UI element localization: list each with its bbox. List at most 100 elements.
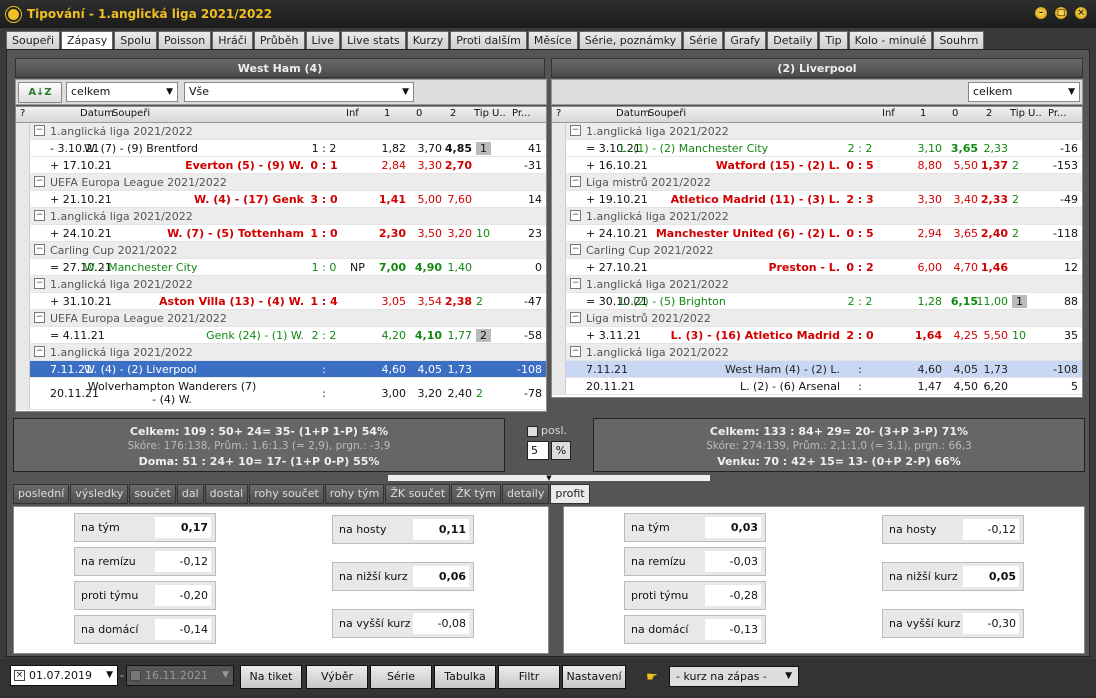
col-header-c1[interactable]: 1 [384, 108, 390, 119]
collapse-icon[interactable]: − [34, 210, 45, 221]
tab-5[interactable]: Průběh [253, 31, 305, 49]
tab-0[interactable]: Soupeři [6, 31, 61, 49]
table-row[interactable]: + 3.11.21 L. (3) - (16) Atletico Madrid 2 … [552, 327, 1082, 344]
col-header-u[interactable]: U.. [492, 108, 506, 119]
collapse-icon[interactable]: − [34, 312, 45, 323]
group-row[interactable]: −1.anglická liga 2021/2022 [16, 123, 546, 140]
collapse-icon[interactable]: − [34, 346, 45, 357]
group-row[interactable]: −1.anglická liga 2021/2022 [552, 123, 1082, 140]
tab-3[interactable]: Poisson [158, 31, 212, 49]
col-header-c2[interactable]: 2 [450, 108, 456, 119]
subtab-7[interactable]: ŽK součet [385, 484, 451, 504]
close-icon[interactable]: × [1074, 6, 1088, 20]
collapse-icon[interactable]: − [570, 312, 581, 323]
table-row[interactable]: + 17.10.21 Everton (5) - (9) W. 0 : 1 2,84 3… [16, 157, 546, 174]
right-filter-dropdown[interactable]: celkem ▼ [968, 82, 1080, 102]
table-row[interactable]: 20.11.21 L. (2) - (6) Arsenal: 1,47 4,50 6,2… [552, 378, 1082, 395]
col-header-u[interactable]: U.. [1028, 108, 1042, 119]
splitter-handle[interactable]: ▼ [387, 474, 711, 482]
group-row[interactable]: − UEFA Europa League 2021/2022 [16, 174, 546, 191]
collapse-icon[interactable]: − [570, 210, 581, 221]
checkbox-icon[interactable] [130, 670, 141, 681]
col-header-datum[interactable]: Datum [80, 108, 114, 119]
tab-7[interactable]: Live stats [340, 31, 406, 49]
tab-15[interactable]: Tip [819, 31, 848, 49]
col-header-c0[interactable]: 0 [416, 108, 422, 119]
col-header-souperi[interactable]: Soupeři [648, 108, 686, 119]
group-row[interactable]: − Carling Cup 2021/2022 [552, 242, 1082, 259]
table-row[interactable]: = 3.10.21 L. (1) - (2) Manchester City 2 :… [552, 140, 1082, 157]
tab-4[interactable]: Hráči [212, 31, 253, 49]
posl-checkbox[interactable]: posl. [527, 424, 567, 437]
col-header-q[interactable]: ? [20, 108, 25, 119]
bottom-button-5[interactable]: Nastavení [562, 665, 626, 689]
col-header-souperi[interactable]: Soupeři [112, 108, 150, 119]
col-header-inf[interactable]: Inf [882, 108, 895, 119]
left-filter-dropdown[interactable]: celkem ▼ [66, 82, 178, 102]
group-row[interactable]: − UEFA Europa League 2021/2022 [16, 310, 546, 327]
maximize-icon[interactable]: □ [1054, 6, 1068, 20]
bottom-button-1[interactable]: Výběr [306, 665, 368, 689]
table-row[interactable]: 7.11.21 W. (4) - (2) Liverpool:4,60 4,05 1,… [16, 361, 546, 378]
bottom-button-3[interactable]: Tabulka [434, 665, 496, 689]
table-row[interactable]: + 19.10.21 Atletico Madrid (11) - (3) L. 2… [552, 191, 1082, 208]
table-row[interactable]: + 21.10.21 W. (4) - (17) Genk 3 : 0 1,41 5,0… [16, 191, 546, 208]
collapse-icon[interactable]: − [570, 278, 581, 289]
collapse-icon[interactable]: − [570, 244, 581, 255]
collapse-icon[interactable]: − [34, 278, 45, 289]
tab-17[interactable]: Souhrn [933, 31, 985, 49]
tab-14[interactable]: Detaily [767, 31, 819, 49]
col-header-inf[interactable]: Inf [346, 108, 359, 119]
posl-count-input[interactable]: 5 [527, 441, 549, 460]
subtab-5[interactable]: rohy součet [249, 484, 324, 504]
col-header-q[interactable]: ? [556, 108, 561, 119]
tab-1[interactable]: Zápasy [61, 31, 114, 50]
sort-button[interactable]: A↓Z [18, 82, 62, 103]
subtab-8[interactable]: ŽK tým [451, 484, 501, 504]
table-row[interactable]: + 24.10.21 W. (7) - (5) Tottenham 1 : 0 2,3… [16, 225, 546, 242]
collapse-icon[interactable]: − [34, 125, 45, 136]
table-row[interactable]: - 3.10.21 W. (7) - (9) Brentford 1 : 2 1,82… [16, 140, 546, 157]
minimize-icon[interactable]: – [1034, 6, 1048, 20]
odds-type-dropdown[interactable]: - kurz na zápas - ▼ [669, 666, 799, 687]
group-row[interactable]: −1.anglická liga 2021/2022 [16, 344, 546, 361]
subtab-6[interactable]: rohy tým [324, 484, 385, 504]
tab-8[interactable]: Kurzy [406, 31, 450, 49]
group-row[interactable]: − Liga mistrů 2021/2022 [552, 174, 1082, 191]
group-row[interactable]: − Liga mistrů 2021/2022 [552, 310, 1082, 327]
collapse-icon[interactable]: − [570, 125, 581, 136]
group-row[interactable]: −1.anglická liga 2021/2022 [16, 208, 546, 225]
bottom-button-4[interactable]: Filtr [498, 665, 560, 689]
tab-11[interactable]: Série, poznámky [578, 31, 683, 49]
tab-13[interactable]: Grafy [724, 31, 767, 49]
tab-2[interactable]: Spolu [114, 31, 157, 49]
col-header-datum[interactable]: Datum [616, 108, 650, 119]
table-row[interactable]: = 27.10.21 W. - Manchester City 1 : 0 NP 7,0… [16, 259, 546, 276]
tab-6[interactable]: Live [305, 31, 340, 49]
table-row[interactable]: + 16.10.21 Watford (15) - (2) L. 0 : 5 8,80… [552, 157, 1082, 174]
col-header-c0[interactable]: 0 [952, 108, 958, 119]
bottom-button-0[interactable]: Na tiket [240, 665, 302, 689]
group-row[interactable]: −1.anglická liga 2021/2022 [16, 276, 546, 293]
group-row[interactable]: − Carling Cup 2021/2022 [16, 242, 546, 259]
percent-toggle-icon[interactable]: % [551, 441, 571, 460]
collapse-icon[interactable]: − [34, 244, 45, 255]
subtab-3[interactable]: dal [176, 484, 204, 504]
table-row[interactable]: = 30.10.21 L. (2) - (5) Brighton 2 : 2 1,28… [552, 293, 1082, 310]
group-row[interactable]: −1.anglická liga 2021/2022 [552, 208, 1082, 225]
table-row[interactable]: + 27.10.21 Preston - L. 0 : 2 6,00 4,70 1,46 1… [552, 259, 1082, 276]
collapse-icon[interactable]: − [570, 346, 581, 357]
tab-12[interactable]: Série [683, 31, 724, 49]
table-row[interactable]: + 31.10.21 Aston Villa (13) - (4) W. 1 : 4… [16, 293, 546, 310]
table-row[interactable]: = 4.11.21 Genk (24) - (1) W. 2 : 2 4,20 4,10… [16, 327, 546, 344]
table-row[interactable]: 20.11.21 Wolverhampton Wanderers (7) - (4… [16, 378, 546, 410]
subtab-9[interactable]: detaily [501, 484, 550, 504]
subtab-1[interactable]: výsledky [70, 484, 129, 504]
group-row[interactable]: −1.anglická liga 2021/2022 [552, 344, 1082, 361]
subtab-10[interactable]: profit [550, 484, 590, 504]
date-from-field[interactable]: × 01.07.2019 ▼ [10, 665, 118, 686]
col-header-tip[interactable]: Tip [474, 108, 489, 119]
table-row[interactable]: 7.11.21 West Ham (4) - (2) L.: 4,60 4,05 1,7… [552, 361, 1082, 378]
checkbox-checked-icon[interactable]: × [14, 670, 25, 681]
group-row[interactable]: −1.anglická liga 2021/2022 [552, 276, 1082, 293]
